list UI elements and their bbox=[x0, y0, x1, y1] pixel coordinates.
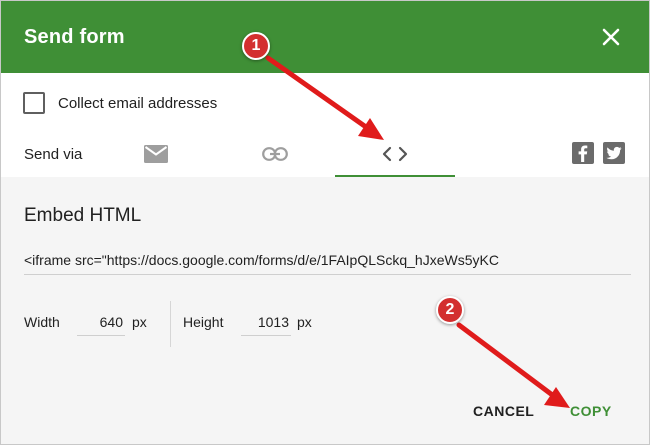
height-input[interactable]: 1013 bbox=[241, 314, 289, 330]
tab-embed[interactable] bbox=[335, 135, 455, 177]
height-unit: px bbox=[297, 314, 312, 330]
embed-code-icon bbox=[382, 146, 408, 167]
collect-email-label: Collect email addresses bbox=[58, 94, 218, 112]
embed-code-underline bbox=[24, 274, 631, 275]
collect-email-option[interactable]: Collect email addresses bbox=[23, 91, 217, 115]
facebook-icon[interactable] bbox=[572, 142, 594, 164]
close-icon[interactable] bbox=[599, 25, 623, 49]
dialog-header: Send form bbox=[1, 1, 649, 73]
step-2-badge: 2 bbox=[436, 296, 464, 324]
dialog-title: Send form bbox=[24, 26, 125, 48]
send-via-label: Send via bbox=[24, 146, 83, 163]
tab-email[interactable] bbox=[96, 135, 216, 177]
email-icon bbox=[144, 144, 168, 168]
height-label: Height bbox=[183, 314, 224, 330]
width-input[interactable]: 640 bbox=[77, 314, 123, 330]
dimension-divider bbox=[170, 301, 171, 347]
width-unit: px bbox=[132, 314, 147, 330]
embed-html-title: Embed HTML bbox=[24, 205, 142, 226]
cancel-button[interactable]: CANCEL bbox=[473, 403, 534, 419]
collect-email-checkbox[interactable] bbox=[23, 92, 45, 114]
width-label: Width bbox=[24, 314, 60, 330]
send-form-dialog: Send form Collect email addresses Send v… bbox=[0, 0, 650, 445]
embed-code-field[interactable]: <iframe src="https://docs.google.com/for… bbox=[24, 252, 631, 268]
width-input-underline bbox=[77, 335, 125, 336]
tab-link[interactable] bbox=[215, 135, 335, 177]
copy-button[interactable]: COPY bbox=[570, 403, 612, 419]
twitter-icon[interactable] bbox=[603, 142, 625, 164]
link-icon bbox=[262, 146, 288, 166]
step-1-badge: 1 bbox=[242, 32, 270, 60]
height-input-underline bbox=[241, 335, 291, 336]
